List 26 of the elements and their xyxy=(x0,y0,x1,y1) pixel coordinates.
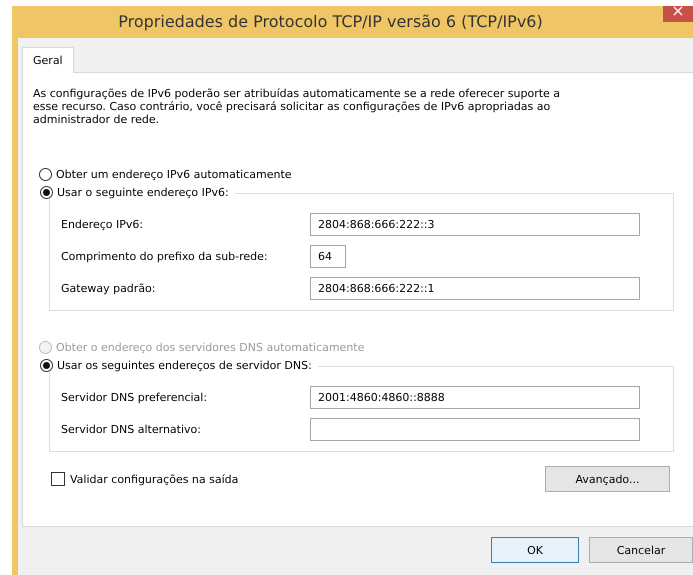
checkbox-label: Validar configurações na saída xyxy=(70,472,238,486)
input-field[interactable]: 64 xyxy=(310,244,346,268)
field-label: Servidor DNS alternativo: xyxy=(61,422,202,436)
input-field[interactable]: 2804:868:666:222::1 xyxy=(310,276,640,300)
radio-button[interactable] xyxy=(40,186,53,199)
description-text: As configurações de IPv6 poderão ser atribuídas automaticamente se a rede oferecer suporte a esse recurso. Caso contrário, você precisará solicitar as configurações de IPv6 apropriadas ao administrador de rede. xyxy=(33,87,562,126)
cancel-button[interactable]: Cancelar xyxy=(589,537,693,563)
field-label: Comprimento do prefixo da sub-rede: xyxy=(61,250,269,262)
radio-label: Usar o seguinte endereço IPv6: xyxy=(57,186,229,199)
field-label: Gateway padrão: xyxy=(61,282,156,294)
window-title: Propriedades de Protocolo TCP/IP versão 6 (TCP/IPv6) xyxy=(117,11,544,31)
input-field[interactable] xyxy=(310,418,640,440)
radio-button[interactable] xyxy=(39,168,52,181)
input-field[interactable]: 2804:868:666:222::3 xyxy=(310,212,640,236)
radio-label: Obter o endereço dos servidores DNS automaticamente xyxy=(56,341,364,354)
tab[interactable]: Geral xyxy=(22,47,74,73)
checkbox[interactable] xyxy=(51,472,65,486)
input-field[interactable]: 2001:4860:4860::8888 xyxy=(310,386,640,408)
radio-button[interactable] xyxy=(40,359,53,372)
radio-label: Usar os seguintes endereços de servidor DNS: xyxy=(57,359,312,372)
field-label: Servidor DNS preferencial: xyxy=(61,390,208,404)
ok-button[interactable]: OK xyxy=(491,537,579,563)
field-label: Endereço IPv6: xyxy=(61,218,144,230)
radio-label: Obter um endereço IPv6 automaticamente xyxy=(56,168,292,181)
close-button[interactable]: × xyxy=(663,6,693,22)
advanced-button[interactable]: Avançado... xyxy=(545,466,670,492)
